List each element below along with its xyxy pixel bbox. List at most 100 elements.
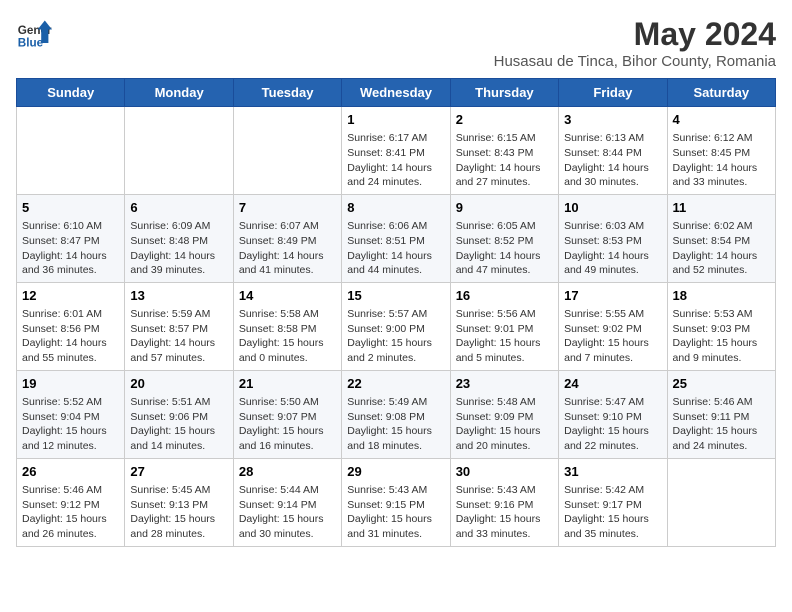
cell-date-number: 26 xyxy=(22,463,119,481)
calendar-cell: 14Sunrise: 5:58 AMSunset: 8:58 PMDayligh… xyxy=(233,282,341,370)
cell-date-number: 29 xyxy=(347,463,444,481)
cell-date-number: 25 xyxy=(673,375,770,393)
day-header-saturday: Saturday xyxy=(667,79,775,107)
calendar-cell xyxy=(233,107,341,195)
cell-info-text: Sunrise: 6:07 AMSunset: 8:49 PMDaylight:… xyxy=(239,219,336,278)
cell-date-number: 7 xyxy=(239,199,336,217)
day-header-friday: Friday xyxy=(559,79,667,107)
cell-info-text: Sunrise: 5:48 AMSunset: 9:09 PMDaylight:… xyxy=(456,395,553,454)
cell-date-number: 4 xyxy=(673,111,770,129)
calendar-cell: 26 Sunrise: 5:46 AMSunset: 9:12 PMDayligh… xyxy=(17,458,125,546)
calendar-cell: 1 Sunrise: 6:17 AMSunset: 8:41 PMDaylight… xyxy=(342,107,450,195)
cell-date-number: 24 xyxy=(564,375,661,393)
cell-info-text: Sunrise: 6:13 AMSunset: 8:44 PMDaylight:… xyxy=(564,131,661,190)
cell-date-number: 10 xyxy=(564,199,661,217)
calendar-cell: 21Sunrise: 5:50 AMSunset: 9:07 PMDayligh… xyxy=(233,370,341,458)
calendar-cell: 24 Sunrise: 5:47 AMSunset: 9:10 PMDayligh… xyxy=(559,370,667,458)
calendar-cell: 19Sunrise: 5:52 AMSunset: 9:04 PMDayligh… xyxy=(17,370,125,458)
cell-info-text: Sunrise: 5:47 AMSunset: 9:10 PMDaylight:… xyxy=(564,395,661,454)
cell-info-text: Sunrise: 5:45 AMSunset: 9:13 PMDaylight:… xyxy=(130,483,227,542)
cell-info-text: Sunrise: 5:49 AMSunset: 9:08 PMDaylight:… xyxy=(347,395,444,454)
cell-date-number: 17 xyxy=(564,287,661,305)
calendar-cell: 9Sunrise: 6:05 AMSunset: 8:52 PMDaylight… xyxy=(450,194,558,282)
cell-info-text: Sunrise: 5:43 AMSunset: 9:15 PMDaylight:… xyxy=(347,483,444,542)
calendar-cell: 22 Sunrise: 5:49 AMSunset: 9:08 PMDayligh… xyxy=(342,370,450,458)
day-header-thursday: Thursday xyxy=(450,79,558,107)
cell-info-text: Sunrise: 5:43 AMSunset: 9:16 PMDaylight:… xyxy=(456,483,553,542)
cell-date-number: 27 xyxy=(130,463,227,481)
title-block: May 2024 Husasau de Tinca, Bihor County,… xyxy=(494,16,776,70)
cell-date-number: 5 xyxy=(22,199,119,217)
cell-info-text: Sunrise: 5:57 AMSunset: 9:00 PMDaylight:… xyxy=(347,307,444,366)
svg-text:Blue: Blue xyxy=(18,37,44,50)
calendar-cell: 18 Sunrise: 5:53 AMSunset: 9:03 PMDayligh… xyxy=(667,282,775,370)
cell-date-number: 14 xyxy=(239,287,336,305)
calendar-cell: 3 Sunrise: 6:13 AMSunset: 8:44 PMDaylight… xyxy=(559,107,667,195)
calendar-cell: 16Sunrise: 5:56 AMSunset: 9:01 PMDayligh… xyxy=(450,282,558,370)
calendar-cell: 20 Sunrise: 5:51 AMSunset: 9:06 PMDayligh… xyxy=(125,370,233,458)
cell-info-text: Sunrise: 6:06 AMSunset: 8:51 PMDaylight:… xyxy=(347,219,444,278)
cell-date-number: 31 xyxy=(564,463,661,481)
calendar-cell: 13 Sunrise: 5:59 AMSunset: 8:57 PMDayligh… xyxy=(125,282,233,370)
calendar-cell: 17 Sunrise: 5:55 AMSunset: 9:02 PMDayligh… xyxy=(559,282,667,370)
calendar-cell: 31 Sunrise: 5:42 AMSunset: 9:17 PMDayligh… xyxy=(559,458,667,546)
calendar-week-4: 19Sunrise: 5:52 AMSunset: 9:04 PMDayligh… xyxy=(17,370,776,458)
calendar-week-2: 5 Sunrise: 6:10 AMSunset: 8:47 PMDaylight… xyxy=(17,194,776,282)
cell-date-number: 18 xyxy=(673,287,770,305)
cell-date-number: 2 xyxy=(456,111,553,129)
cell-date-number: 30 xyxy=(456,463,553,481)
cell-info-text: Sunrise: 5:52 AMSunset: 9:04 PMDaylight:… xyxy=(22,395,119,454)
cell-info-text: Sunrise: 5:46 AMSunset: 9:12 PMDaylight:… xyxy=(22,483,119,542)
cell-date-number: 13 xyxy=(130,287,227,305)
cell-info-text: Sunrise: 5:42 AMSunset: 9:17 PMDaylight:… xyxy=(564,483,661,542)
logo: General Blue xyxy=(16,16,52,52)
calendar-cell: 5 Sunrise: 6:10 AMSunset: 8:47 PMDaylight… xyxy=(17,194,125,282)
month-year-title: May 2024 xyxy=(494,16,776,53)
cell-date-number: 12 xyxy=(22,287,119,305)
calendar-cell: 11 Sunrise: 6:02 AMSunset: 8:54 PMDayligh… xyxy=(667,194,775,282)
calendar-cell: 30 Sunrise: 5:43 AMSunset: 9:16 PMDayligh… xyxy=(450,458,558,546)
cell-info-text: Sunrise: 6:01 AMSunset: 8:56 PMDaylight:… xyxy=(22,307,119,366)
cell-info-text: Sunrise: 5:46 AMSunset: 9:11 PMDaylight:… xyxy=(673,395,770,454)
calendar-week-3: 12 Sunrise: 6:01 AMSunset: 8:56 PMDayligh… xyxy=(17,282,776,370)
day-header-tuesday: Tuesday xyxy=(233,79,341,107)
calendar-cell: 27 Sunrise: 5:45 AMSunset: 9:13 PMDayligh… xyxy=(125,458,233,546)
calendar-cell: 29 Sunrise: 5:43 AMSunset: 9:15 PMDayligh… xyxy=(342,458,450,546)
logo-icon: General Blue xyxy=(16,16,52,52)
cell-info-text: Sunrise: 6:02 AMSunset: 8:54 PMDaylight:… xyxy=(673,219,770,278)
cell-info-text: Sunrise: 5:59 AMSunset: 8:57 PMDaylight:… xyxy=(130,307,227,366)
day-header-sunday: Sunday xyxy=(17,79,125,107)
page-header: General Blue May 2024 Husasau de Tinca, … xyxy=(16,16,776,70)
day-header-wednesday: Wednesday xyxy=(342,79,450,107)
calendar-cell: 12 Sunrise: 6:01 AMSunset: 8:56 PMDayligh… xyxy=(17,282,125,370)
cell-date-number: 3 xyxy=(564,111,661,129)
cell-info-text: Sunrise: 6:12 AMSunset: 8:45 PMDaylight:… xyxy=(673,131,770,190)
cell-date-number: 11 xyxy=(673,199,770,217)
day-header-monday: Monday xyxy=(125,79,233,107)
cell-date-number: 1 xyxy=(347,111,444,129)
cell-info-text: Sunrise: 6:15 AMSunset: 8:43 PMDaylight:… xyxy=(456,131,553,190)
calendar-header-row: SundayMondayTuesdayWednesdayThursdayFrid… xyxy=(17,79,776,107)
cell-date-number: 21 xyxy=(239,375,336,393)
calendar-cell xyxy=(125,107,233,195)
cell-info-text: Sunrise: 5:55 AMSunset: 9:02 PMDaylight:… xyxy=(564,307,661,366)
cell-info-text: Sunrise: 5:53 AMSunset: 9:03 PMDaylight:… xyxy=(673,307,770,366)
cell-info-text: Sunrise: 6:17 AMSunset: 8:41 PMDaylight:… xyxy=(347,131,444,190)
calendar-cell: 25 Sunrise: 5:46 AMSunset: 9:11 PMDayligh… xyxy=(667,370,775,458)
cell-info-text: Sunrise: 6:10 AMSunset: 8:47 PMDaylight:… xyxy=(22,219,119,278)
cell-date-number: 6 xyxy=(130,199,227,217)
cell-date-number: 22 xyxy=(347,375,444,393)
cell-date-number: 9 xyxy=(456,199,553,217)
cell-info-text: Sunrise: 6:09 AMSunset: 8:48 PMDaylight:… xyxy=(130,219,227,278)
calendar-cell: 7 Sunrise: 6:07 AMSunset: 8:49 PMDaylight… xyxy=(233,194,341,282)
calendar-cell: 15Sunrise: 5:57 AMSunset: 9:00 PMDayligh… xyxy=(342,282,450,370)
cell-date-number: 8 xyxy=(347,199,444,217)
calendar-cell xyxy=(17,107,125,195)
cell-date-number: 16 xyxy=(456,287,553,305)
cell-info-text: Sunrise: 5:51 AMSunset: 9:06 PMDaylight:… xyxy=(130,395,227,454)
cell-date-number: 20 xyxy=(130,375,227,393)
calendar-table: SundayMondayTuesdayWednesdayThursdayFrid… xyxy=(16,78,776,547)
cell-date-number: 23 xyxy=(456,375,553,393)
calendar-cell: 4 Sunrise: 6:12 AMSunset: 8:45 PMDaylight… xyxy=(667,107,775,195)
calendar-cell: 10Sunrise: 6:03 AMSunset: 8:53 PMDayligh… xyxy=(559,194,667,282)
